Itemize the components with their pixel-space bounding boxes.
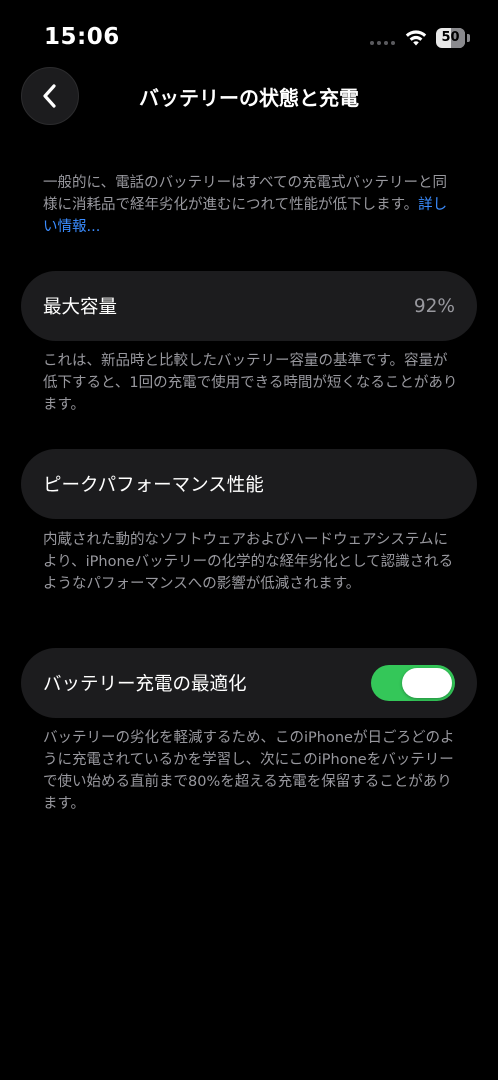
max-capacity-description: これは、新品時と比較したバッテリー容量の基準です。容量が低下すると、1回の充電で… xyxy=(43,353,458,413)
max-capacity-value: 92% xyxy=(413,295,455,317)
page-title: バッテリーの状態と充電 xyxy=(139,86,359,110)
max-capacity-row: 最大容量 92% xyxy=(21,271,477,341)
intro-text: 一般的に、電話のバッテリーはすべての充電式バッテリーと同様に消耗品で経年劣化が進… xyxy=(43,172,458,238)
cellular-signal-icon xyxy=(370,41,395,45)
battery-icon: 50 xyxy=(436,28,470,48)
intro-body: 一般的に、電話のバッテリーはすべての充電式バッテリーと同様に消耗品で経年劣化が進… xyxy=(43,175,447,213)
peak-performance-description: 内蔵された動的なソフトウェアおよびハードウェアシステムにより、iPhoneバッテ… xyxy=(43,532,454,592)
optimized-charging-toggle[interactable] xyxy=(371,665,455,701)
wifi-icon xyxy=(405,30,427,46)
optimized-charging-row: バッテリー充電の最適化 xyxy=(21,648,477,718)
battery-level: 50 xyxy=(441,30,460,45)
status-bar: 15:06 50 xyxy=(0,0,498,70)
optimized-charging-label: バッテリー充電の最適化 xyxy=(43,674,247,695)
peak-performance-label: ピークパフォーマンス性能 xyxy=(43,475,264,496)
peak-performance-row[interactable]: ピークパフォーマンス性能 xyxy=(21,449,477,519)
status-time: 15:06 xyxy=(44,24,120,50)
optimized-charging-description: バッテリーの劣化を軽減するため、このiPhoneが日ごろどのように充電されている… xyxy=(43,730,455,812)
toggle-knob xyxy=(402,668,452,698)
max-capacity-label: 最大容量 xyxy=(43,297,118,318)
